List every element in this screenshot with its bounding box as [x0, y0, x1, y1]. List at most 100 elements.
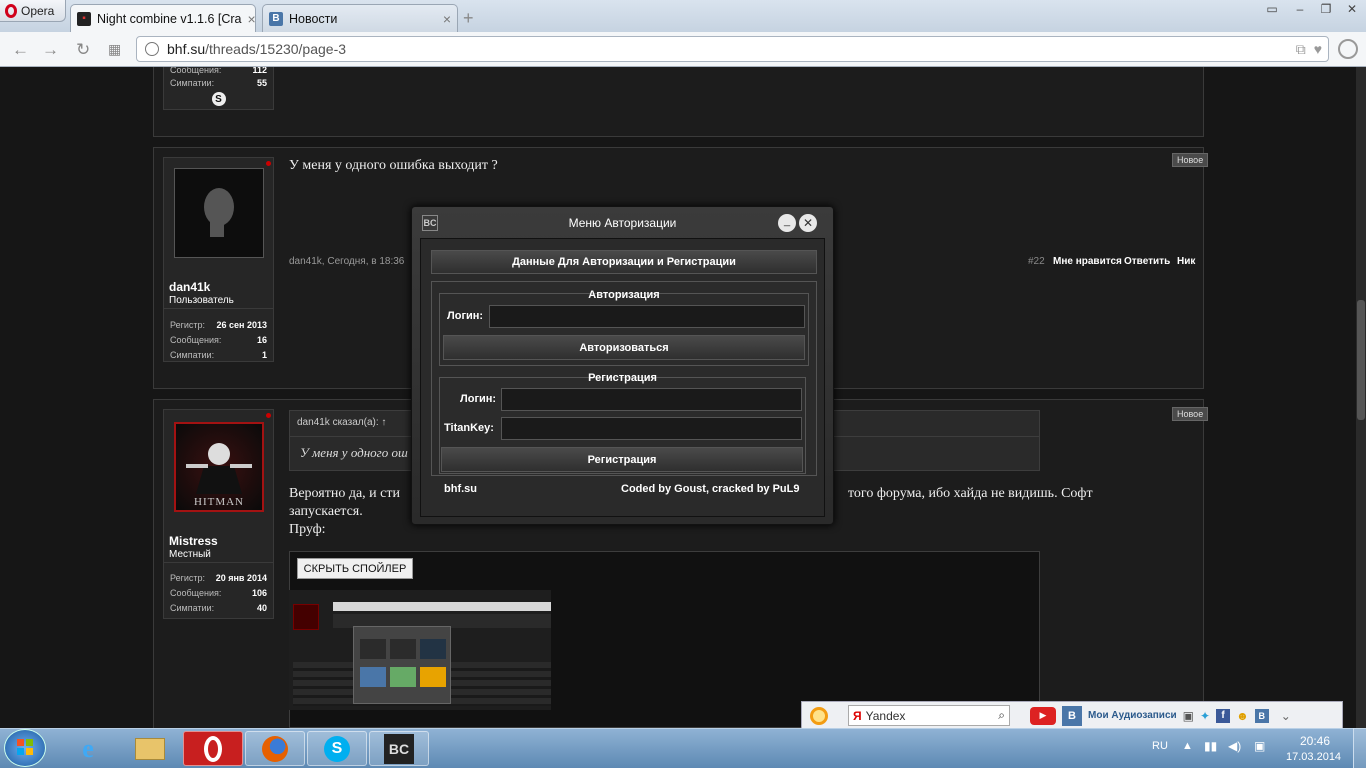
back-icon[interactable]: ← — [12, 40, 29, 60]
skype-icon[interactable]: S — [211, 92, 226, 106]
opera-icon[interactable] — [183, 731, 243, 766]
tab-night-combine[interactable]: ▪ Night combine v1.1.6 [Cra × — [70, 4, 256, 32]
user-stats-previous: Сообщения: 112 Симпатии: 55 S — [163, 67, 274, 110]
address-field[interactable]: bhf.su/threads/15230/page-3 ⧉ ♥ — [136, 36, 1329, 62]
vk-small-icon[interactable]: В — [1254, 708, 1269, 723]
tab-title: Новости — [289, 11, 338, 26]
search-icon[interactable]: ⌕ — [998, 708, 1005, 723]
register-button[interactable]: Регистрация — [441, 447, 803, 472]
yandex-browser-icon[interactable] — [810, 706, 828, 725]
stat-value: 55 — [256, 77, 267, 88]
stat-value: 112 — [252, 67, 267, 75]
language-indicator[interactable]: RU — [1152, 740, 1168, 752]
tab-news[interactable]: В Новости × — [262, 4, 458, 32]
url-path: /threads/15230/page-3 — [205, 41, 347, 57]
register-title: Регистрация — [588, 372, 657, 384]
new-tab-button[interactable]: + — [463, 8, 474, 29]
close-icon[interactable]: × — [443, 11, 451, 27]
yandex-logo-icon: Я — [853, 708, 862, 723]
stat-label: Сообщения: — [170, 67, 222, 75]
hide-spoiler-button[interactable]: СКРЫТЬ СПОЙЛЕР — [297, 558, 413, 579]
close-icon[interactable]: × — [248, 11, 255, 27]
proof-screenshot-image[interactable] — [289, 590, 551, 710]
skype-icon[interactable]: S — [307, 731, 367, 766]
youtube-icon[interactable]: ▶ — [1030, 706, 1056, 725]
stat-label: Сообщения: — [170, 334, 222, 345]
clock-date[interactable]: 17.03.2014 — [1286, 751, 1341, 763]
post-meta[interactable]: dan41k, Сегодня, в 18:36 — [289, 256, 404, 267]
vk-icon[interactable]: В — [1062, 705, 1082, 726]
stat-value: 20 янв 2014 — [215, 572, 267, 583]
ie-icon[interactable]: e — [58, 731, 118, 766]
new-badge: Новое — [1172, 407, 1209, 421]
default-avatar-icon — [204, 188, 234, 237]
speed-dial-icon[interactable]: ▦ — [108, 41, 121, 58]
like-link[interactable]: Мне нравится — [1053, 256, 1122, 267]
titankey-label: TitanKey: — [444, 422, 494, 434]
titankey-input[interactable] — [501, 417, 802, 440]
reply-link[interactable]: Ответить — [1124, 256, 1170, 267]
start-button[interactable] — [4, 729, 46, 767]
close-icon[interactable]: ✕ — [799, 214, 817, 232]
restore-icon[interactable]: ❐ — [1314, 0, 1338, 18]
stat-label: Симпатии: — [170, 602, 215, 613]
stat-value: 1 — [261, 349, 267, 360]
explorer-icon[interactable] — [120, 731, 180, 766]
avatar[interactable]: HITMAN — [174, 422, 264, 512]
facebook-icon[interactable]: f — [1216, 708, 1231, 723]
stat-value: 26 сен 2013 — [216, 319, 267, 330]
windows-logo-icon — [17, 739, 33, 755]
vk-icon: В — [269, 11, 283, 26]
radio-icon[interactable]: ▣ — [1183, 709, 1194, 723]
tray-app-icon[interactable]: ▣ — [1254, 739, 1265, 753]
friends-icon[interactable]: ☻ — [1236, 709, 1249, 723]
yandex-search-input[interactable]: Я Yandex ⌕ — [848, 705, 1010, 726]
window-close-icon[interactable]: ✕ — [1340, 0, 1364, 18]
new-badge: Новое — [1172, 153, 1209, 167]
footer-credits: Coded by Goust, cracked by PuL9 — [621, 483, 800, 495]
network-icon[interactable]: ▮▮ — [1204, 739, 1217, 753]
bhf-icon: ▪ — [77, 11, 91, 26]
heart-icon[interactable]: ♥ — [1314, 41, 1322, 58]
scrollbar-thumb[interactable] — [1357, 300, 1365, 420]
data-header-button[interactable]: Данные Для Авторизации и Регистрации — [431, 250, 817, 274]
register-login-input[interactable] — [501, 388, 802, 411]
reload-icon[interactable]: ↻ — [76, 40, 90, 60]
chevron-down-icon[interactable]: ⌄ — [1281, 709, 1291, 723]
user-title: Местный — [169, 549, 211, 560]
show-desktop-button[interactable] — [1353, 728, 1366, 768]
opera-menu-label: Opera — [21, 3, 55, 18]
nick-link[interactable]: Ник — [1177, 256, 1195, 267]
audio-link[interactable]: Мои Аудиозаписи — [1088, 710, 1177, 721]
post-previous — [153, 67, 1204, 137]
stack-icon[interactable]: ⧉ — [1296, 41, 1306, 58]
tab-title: Night combine v1.1.6 [Cra — [97, 11, 242, 26]
profile-icon[interactable] — [1338, 39, 1358, 59]
auth-login-input[interactable] — [489, 305, 805, 328]
auth-login-label: Логин: — [447, 310, 484, 322]
volume-icon[interactable]: ◀) — [1228, 739, 1241, 753]
online-indicator — [266, 161, 271, 166]
forward-icon[interactable]: → — [42, 40, 59, 60]
minimize-icon[interactable]: _ — [778, 214, 796, 232]
twitter-icon[interactable]: ✦ — [1200, 709, 1210, 723]
modal-title: Меню Авторизации — [568, 216, 677, 230]
stat-label: Сообщения: — [170, 587, 222, 598]
yandex-search-text: Yandex — [865, 708, 906, 723]
authorize-button[interactable]: Авторизоваться — [443, 335, 805, 360]
firefox-icon[interactable] — [245, 731, 305, 766]
stat-value: 40 — [256, 602, 267, 613]
auth-title: Авторизация — [588, 289, 660, 301]
tab-list-icon[interactable]: ▭ — [1260, 0, 1284, 18]
avatar[interactable] — [174, 168, 264, 258]
user-block-mistress: HITMAN Mistress Местный Регистр: 20 янв 2… — [163, 409, 274, 619]
minimize-icon[interactable]: – — [1288, 0, 1312, 18]
clock-time[interactable]: 20:46 — [1300, 734, 1330, 748]
bc-icon[interactable]: BC — [369, 731, 429, 766]
stat-label: Регистр: — [170, 572, 206, 583]
username[interactable]: dan41k — [169, 280, 210, 294]
post-number[interactable]: #22 — [1028, 256, 1045, 267]
opera-menu-button[interactable]: Opera — [0, 0, 66, 22]
tray-expand-icon[interactable]: ▲ — [1182, 740, 1193, 752]
username[interactable]: Mistress — [169, 534, 218, 548]
